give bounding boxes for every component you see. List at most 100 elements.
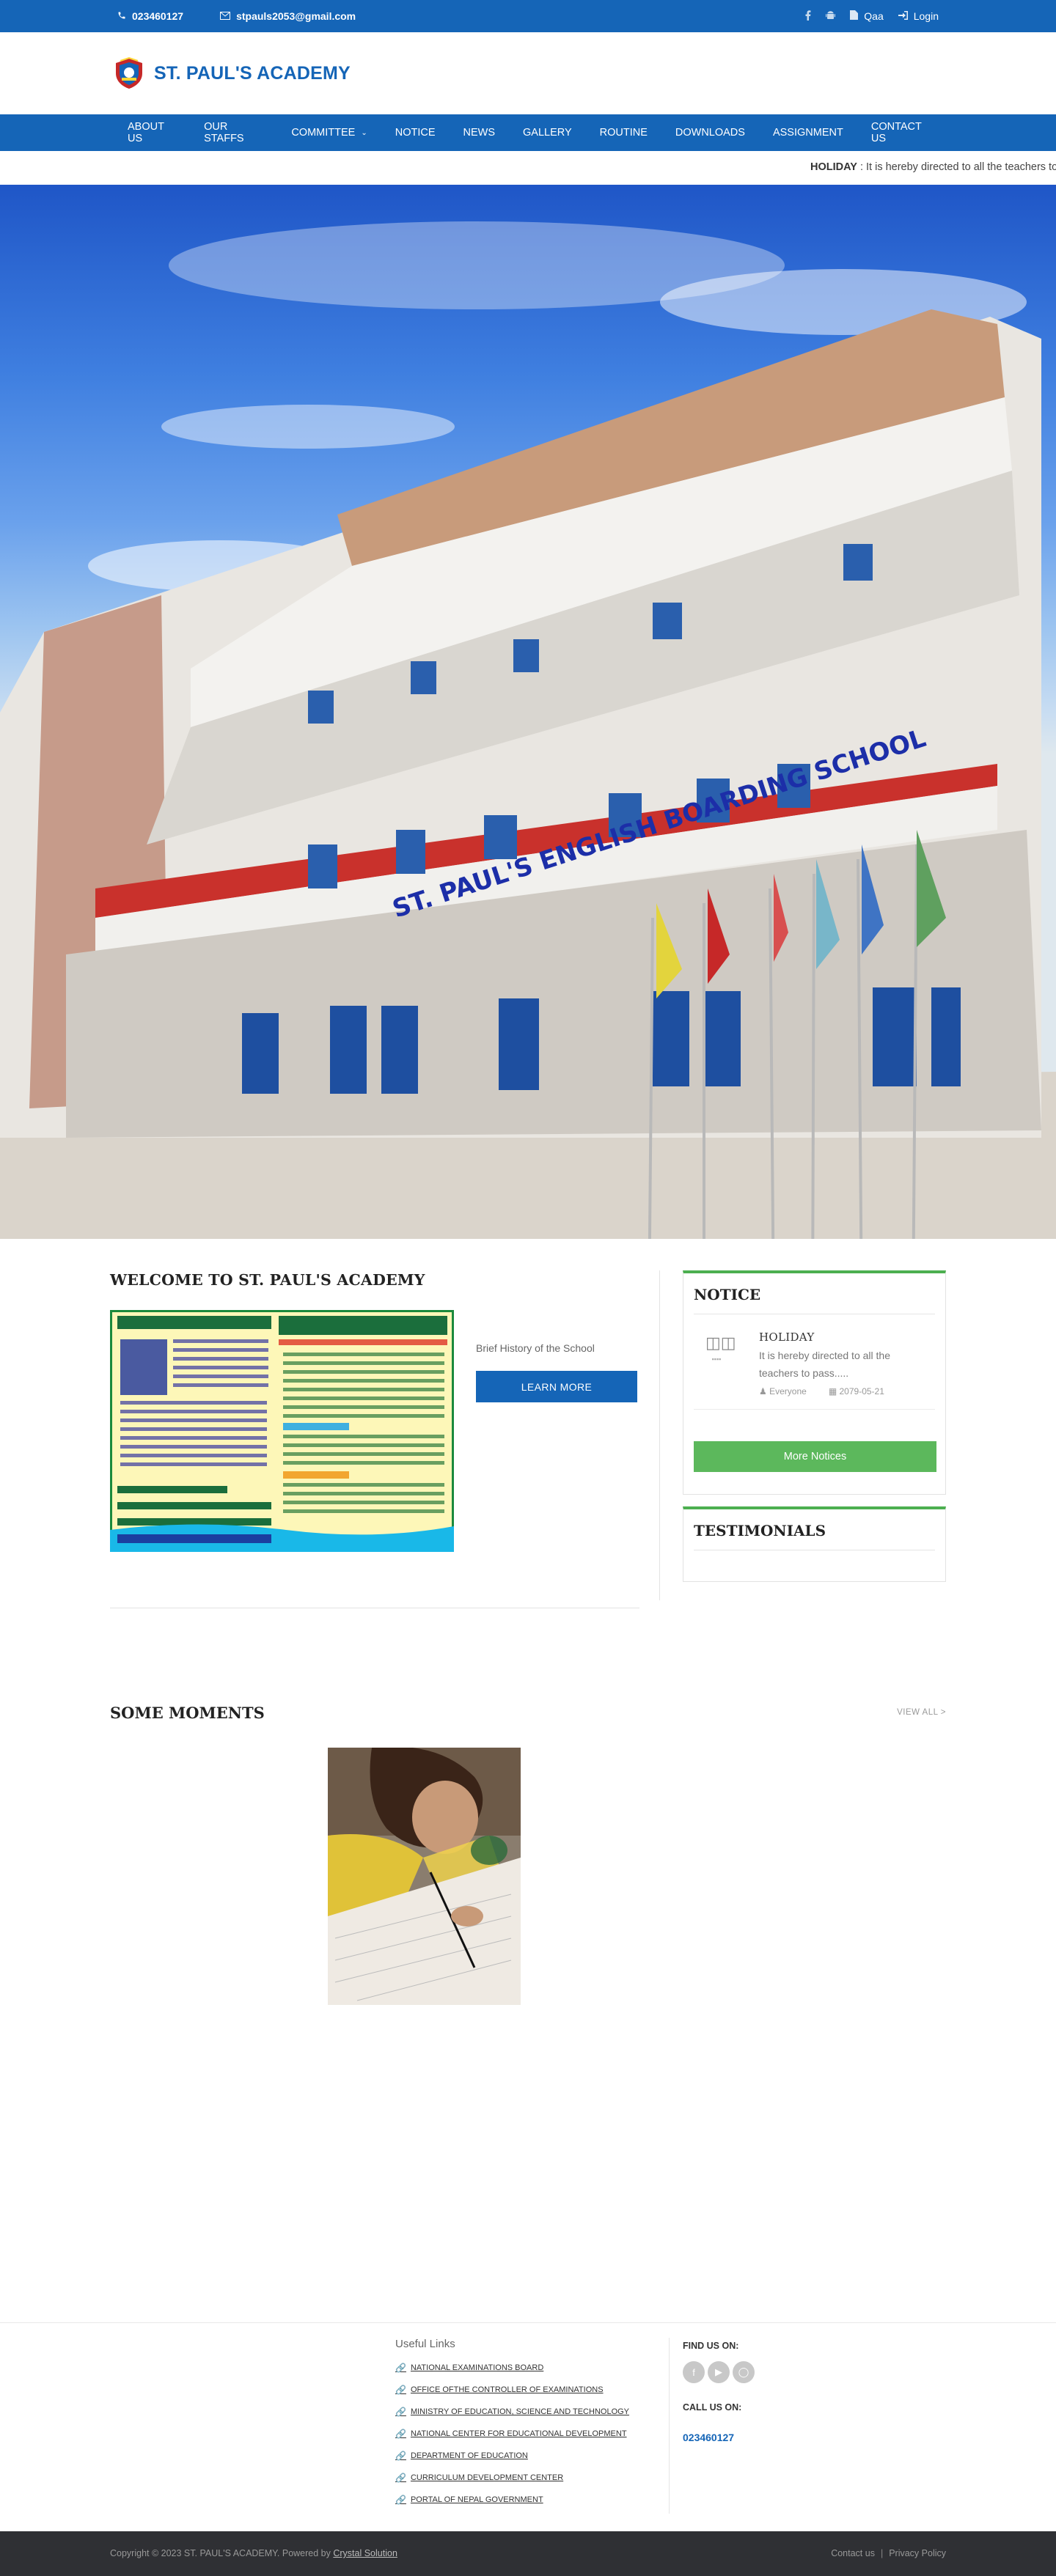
site-footer: Useful Links 🔗 NATIONAL EXAMINATIONS BOAR… bbox=[0, 2322, 1056, 2531]
site-header: ST. PAUL'S ACADEMY bbox=[0, 32, 1056, 114]
calendar-icon: ◫◫ ▪▪▪▪ bbox=[705, 1333, 736, 1363]
user-icon: ♟ bbox=[759, 1386, 767, 1396]
chevron-down-icon: ⌄ bbox=[361, 128, 367, 137]
nav-label: ROUTINE bbox=[599, 127, 648, 139]
ticker-text[interactable]: HOLIDAY : It is hereby directed to all t… bbox=[810, 161, 1056, 173]
link-icon: 🔗 bbox=[395, 2451, 406, 2461]
school-logo[interactable] bbox=[113, 56, 145, 89]
nav-item-contact-us[interactable]: CONTACT US bbox=[857, 114, 946, 151]
nav-label: DOWNLOADS bbox=[675, 127, 745, 139]
email-address: stpauls2053@gmail.com bbox=[236, 10, 356, 22]
nav-item-routine[interactable]: ROUTINE bbox=[586, 114, 661, 151]
main-nav: ABOUT US OUR STAFFS COMMITTEE ⌄ NOTICE NE… bbox=[0, 114, 1056, 151]
phone-icon bbox=[117, 10, 126, 22]
footer-link-label: NATIONAL EXAMINATIONS BOARD bbox=[410, 2363, 544, 2372]
nav-item-about-us[interactable]: ABOUT US bbox=[114, 114, 190, 151]
date-meta: ▦ 2079-05-21 bbox=[829, 1386, 884, 1396]
qaa-label: Qaa bbox=[864, 10, 884, 22]
nav-label: OUR STAFFS bbox=[204, 121, 244, 144]
nav-item-our-staffs[interactable]: OUR STAFFS bbox=[190, 114, 277, 151]
audience-meta: ♟ Everyone bbox=[759, 1386, 807, 1396]
footer-link-label: CURRICULUM DEVELOPMENT CENTER bbox=[410, 2473, 564, 2482]
footer-link[interactable]: 🔗 PORTAL OF NEPAL GOVERNMENT bbox=[395, 2489, 629, 2511]
notice-entry-desc: It is hereby directed to all the teacher… bbox=[759, 1350, 890, 1379]
powered-by-link[interactable]: Crystal Solution bbox=[333, 2548, 397, 2558]
footer-link-label: OFFICE OFTHE CONTROLLER OF EXAMINATIONS bbox=[410, 2385, 604, 2394]
link-icon: 🔗 bbox=[395, 2407, 406, 2417]
nav-label: ABOUT US bbox=[128, 121, 164, 144]
instagram-icon[interactable]: ◯ bbox=[733, 2361, 755, 2383]
nav-label: GALLERY bbox=[523, 127, 572, 139]
welcome-section: WELCOME TO ST. PAUL'S ACADEMY Brief Hist… bbox=[108, 1271, 639, 1608]
school-history-image bbox=[108, 1308, 456, 1554]
social-links: f ▶ ◯ bbox=[683, 2361, 755, 2383]
notice-date: 2079-05-21 bbox=[839, 1386, 884, 1396]
bottom-links: Contact us | Privacy Policy bbox=[831, 2548, 946, 2558]
nav-item-notice[interactable]: NOTICE bbox=[381, 114, 450, 151]
nav-label: COMMITTEE bbox=[291, 127, 356, 139]
nav-item-committee[interactable]: COMMITTEE ⌄ bbox=[277, 114, 381, 151]
footer-link-label: NATIONAL CENTER FOR EDUCATIONAL DEVELOPM… bbox=[410, 2429, 627, 2438]
nav-item-news[interactable]: NEWS bbox=[450, 114, 510, 151]
testimonials-panel: TESTIMONIALS bbox=[683, 1506, 946, 1582]
login-link[interactable]: Login bbox=[898, 10, 939, 22]
youtube-icon[interactable]: ▶ bbox=[708, 2361, 730, 2383]
document-icon bbox=[850, 10, 859, 22]
footer-link[interactable]: 🔗 CURRICULUM DEVELOPMENT CENTER bbox=[395, 2467, 629, 2489]
facebook-icon[interactable] bbox=[804, 10, 811, 23]
view-all-link[interactable]: VIEW ALL > bbox=[897, 1708, 946, 1717]
footer-link[interactable]: 🔗 MINISTRY OF EDUCATION, SCIENCE AND TECH… bbox=[395, 2401, 629, 2423]
nav-item-downloads[interactable]: DOWNLOADS bbox=[661, 114, 759, 151]
separator: | bbox=[880, 2548, 884, 2558]
phone-number: 023460127 bbox=[132, 10, 184, 22]
vertical-divider bbox=[659, 1270, 660, 1600]
moment-photo[interactable] bbox=[328, 1746, 521, 2005]
nav-label: CONTACT US bbox=[870, 121, 922, 144]
notice-entry-title[interactable]: HOLIDAY bbox=[759, 1331, 815, 1344]
nav-item-gallery[interactable]: GALLERY bbox=[509, 114, 586, 151]
learn-more-button[interactable]: LEARN MORE bbox=[476, 1371, 637, 1402]
nav-label: NEWS bbox=[463, 127, 496, 139]
more-notices-button[interactable]: More Notices bbox=[694, 1441, 936, 1472]
copyright: Copyright © 2023 ST. PAUL'S ACADEMY. Pow… bbox=[110, 2548, 397, 2558]
notice-audience: Everyone bbox=[769, 1386, 807, 1396]
nav-item-assignment[interactable]: ASSIGNMENT bbox=[759, 114, 857, 151]
hero-banner-image: ST. PAUL'S ENGLISH BOARDING SCHOOL bbox=[0, 185, 1056, 1239]
link-icon: 🔗 bbox=[395, 2473, 406, 2483]
link-icon: 🔗 bbox=[395, 2429, 406, 2439]
mail-icon bbox=[220, 10, 231, 22]
notice-panel: NOTICE ◫◫ ▪▪▪▪ HOLIDAY It is hereby dire… bbox=[683, 1270, 946, 1495]
site-name[interactable]: ST. PAUL'S ACADEMY bbox=[154, 63, 351, 84]
privacy-policy-link[interactable]: Privacy Policy bbox=[889, 2548, 946, 2558]
footer-link[interactable]: 🔗 NATIONAL EXAMINATIONS BOARD bbox=[395, 2357, 629, 2379]
history-link-text: Brief History of the School bbox=[476, 1342, 595, 1354]
call-us-title: CALL US ON: bbox=[683, 2402, 742, 2413]
phone-contact[interactable]: 023460127 bbox=[117, 10, 183, 22]
testimonials-title: TESTIMONIALS bbox=[694, 1522, 935, 1550]
contact-us-link[interactable]: Contact us bbox=[831, 2548, 875, 2558]
link-icon: 🔗 bbox=[395, 2385, 406, 2395]
qaa-link[interactable]: Qaa bbox=[850, 10, 884, 22]
footer-link[interactable]: 🔗 OFFICE OFTHE CONTROLLER OF EXAMINATIONS bbox=[395, 2379, 629, 2401]
notice-title: NOTICE bbox=[694, 1286, 935, 1314]
footer-link-label: DEPARTMENT OF EDUCATION bbox=[410, 2451, 528, 2460]
moments-title: SOME MOMENTS bbox=[110, 1704, 265, 1722]
email-contact[interactable]: stpauls2053@gmail.com bbox=[220, 10, 356, 22]
facebook-icon[interactable]: f bbox=[683, 2361, 705, 2383]
nav-label: NOTICE bbox=[395, 127, 436, 139]
login-label: Login bbox=[913, 10, 939, 22]
notice-ticker: HOLIDAY : It is hereby directed to all t… bbox=[0, 151, 1056, 185]
link-icon: 🔗 bbox=[395, 2363, 406, 2373]
link-icon: 🔗 bbox=[395, 2495, 406, 2505]
bottom-bar: Copyright © 2023 ST. PAUL'S ACADEMY. Pow… bbox=[0, 2531, 1056, 2576]
footer-phone[interactable]: 023460127 bbox=[683, 2432, 755, 2443]
notice-entry[interactable]: ◫◫ ▪▪▪▪ HOLIDAY It is hereby directed to… bbox=[694, 1314, 935, 1410]
footer-link[interactable]: 🔗 NATIONAL CENTER FOR EDUCATIONAL DEVELOP… bbox=[395, 2423, 629, 2445]
find-us-section: FIND US ON: f ▶ ◯ CALL US ON: 023460127 bbox=[683, 2341, 755, 2443]
footer-link[interactable]: 🔗 DEPARTMENT OF EDUCATION bbox=[395, 2445, 629, 2467]
footer-link-label: PORTAL OF NEPAL GOVERNMENT bbox=[410, 2495, 543, 2504]
ticker-message: : It is hereby directed to all the teach… bbox=[859, 161, 1056, 173]
android-icon[interactable] bbox=[826, 10, 836, 23]
footer-divider bbox=[669, 2338, 670, 2514]
useful-links: Useful Links 🔗 NATIONAL EXAMINATIONS BOAR… bbox=[395, 2338, 629, 2511]
